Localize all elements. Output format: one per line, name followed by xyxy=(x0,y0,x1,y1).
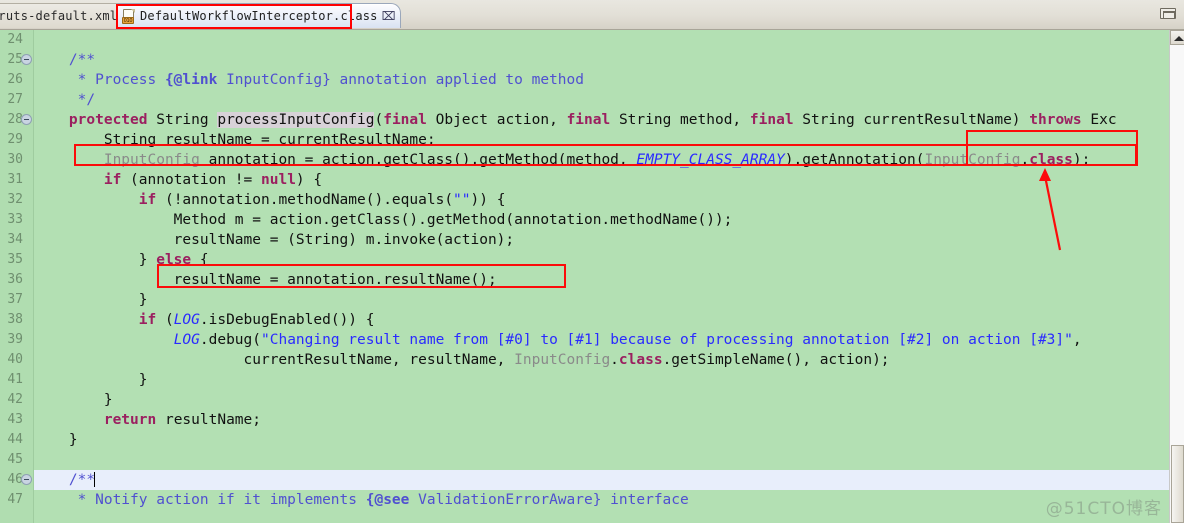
class-file-icon: 010 xyxy=(122,8,136,24)
tab-defaultworkflowinterceptor-class[interactable]: 010 DefaultWorkflowInterceptor.class ⌧ xyxy=(117,3,401,28)
line-number: 33 xyxy=(7,212,23,227)
scrollbar-thumb[interactable] xyxy=(1171,445,1184,523)
code-line[interactable]: if (annotation != null) { xyxy=(34,170,322,190)
code-line[interactable]: if (LOG.isDebugEnabled()) { xyxy=(34,310,375,330)
code-line[interactable]: } xyxy=(34,370,148,390)
line-number-gutter: 24 25 26 27 28 29 30 31 32 33 34 35 36 3… xyxy=(0,30,34,523)
code-line[interactable]: } xyxy=(34,390,113,410)
line-number: 30 xyxy=(7,152,23,167)
code-line[interactable]: LOG.debug("Changing result name from [#0… xyxy=(34,330,1082,350)
code-line[interactable]: InputConfig annotation = action.getClass… xyxy=(34,150,1091,170)
line-number: 45 xyxy=(7,452,23,467)
code-line[interactable]: if (!annotation.methodName().equals(""))… xyxy=(34,190,506,210)
fold-toggle-icon[interactable] xyxy=(21,474,32,485)
scrollbar-track[interactable] xyxy=(1170,45,1184,523)
class-file-icon-bits: 010 xyxy=(122,16,134,24)
line-number: 27 xyxy=(7,92,23,107)
line-number: 36 xyxy=(7,272,23,287)
code-line[interactable]: resultName = (String) m.invoke(action); xyxy=(34,230,514,250)
line-number: 40 xyxy=(7,352,23,367)
code-line[interactable]: } xyxy=(34,430,78,450)
code-editor-area[interactable]: 24 25 26 27 28 29 30 31 32 33 34 35 36 3… xyxy=(0,30,1184,523)
line-number: 29 xyxy=(7,132,23,147)
tab-label: truts-default.xml xyxy=(0,9,118,23)
line-number: 44 xyxy=(7,432,23,447)
code-line[interactable]: /** xyxy=(34,50,95,70)
fold-toggle-icon[interactable] xyxy=(21,54,32,65)
code-line[interactable]: resultName = annotation.resultName(); xyxy=(34,270,497,290)
tab-struts-default-xml[interactable]: truts-default.xml xyxy=(0,3,125,28)
eclipse-editor-window: truts-default.xml 010 DefaultWorkflowInt… xyxy=(0,0,1184,523)
line-number: 31 xyxy=(7,172,23,187)
line-number: 38 xyxy=(7,312,23,327)
code-text-area[interactable]: /** * Process {@link InputConfig} annota… xyxy=(34,30,1169,523)
fold-toggle-icon[interactable] xyxy=(21,114,32,125)
code-line[interactable]: currentResultName, resultName, InputConf… xyxy=(34,350,890,370)
line-number: 41 xyxy=(7,372,23,387)
code-line[interactable]: String resultName = currentResultName; xyxy=(34,130,436,150)
editor-tab-bar: truts-default.xml 010 DefaultWorkflowInt… xyxy=(0,0,1184,30)
close-icon[interactable]: ⌧ xyxy=(382,10,396,22)
line-number: 35 xyxy=(7,252,23,267)
line-number: 24 xyxy=(7,32,23,47)
code-line[interactable]: } else { xyxy=(34,250,209,270)
code-line[interactable]: } xyxy=(34,290,148,310)
code-line[interactable]: * Process {@link InputConfig} annotation… xyxy=(34,70,584,90)
code-line-current[interactable]: /** xyxy=(34,470,1169,490)
line-number: 43 xyxy=(7,412,23,427)
line-number: 42 xyxy=(7,392,23,407)
code-line[interactable]: Method m = action.getClass().getMethod(a… xyxy=(34,210,733,230)
line-number: 32 xyxy=(7,192,23,207)
line-number: 39 xyxy=(7,332,23,347)
vertical-scrollbar[interactable] xyxy=(1169,30,1184,523)
scroll-up-button[interactable] xyxy=(1170,30,1184,45)
code-line[interactable]: * Notify action if it implements {@see V… xyxy=(34,490,689,510)
code-line[interactable]: return resultName; xyxy=(34,410,261,430)
text-caret xyxy=(94,472,96,487)
code-line[interactable]: */ xyxy=(34,90,95,110)
tab-label: DefaultWorkflowInterceptor.class xyxy=(140,9,378,23)
line-number: 37 xyxy=(7,292,23,307)
maximize-restore-button[interactable] xyxy=(1160,8,1176,19)
line-number: 34 xyxy=(7,232,23,247)
line-number: 26 xyxy=(7,72,23,87)
line-number: 47 xyxy=(7,492,23,507)
code-line[interactable]: protected String processInputConfig(fina… xyxy=(34,110,1117,130)
